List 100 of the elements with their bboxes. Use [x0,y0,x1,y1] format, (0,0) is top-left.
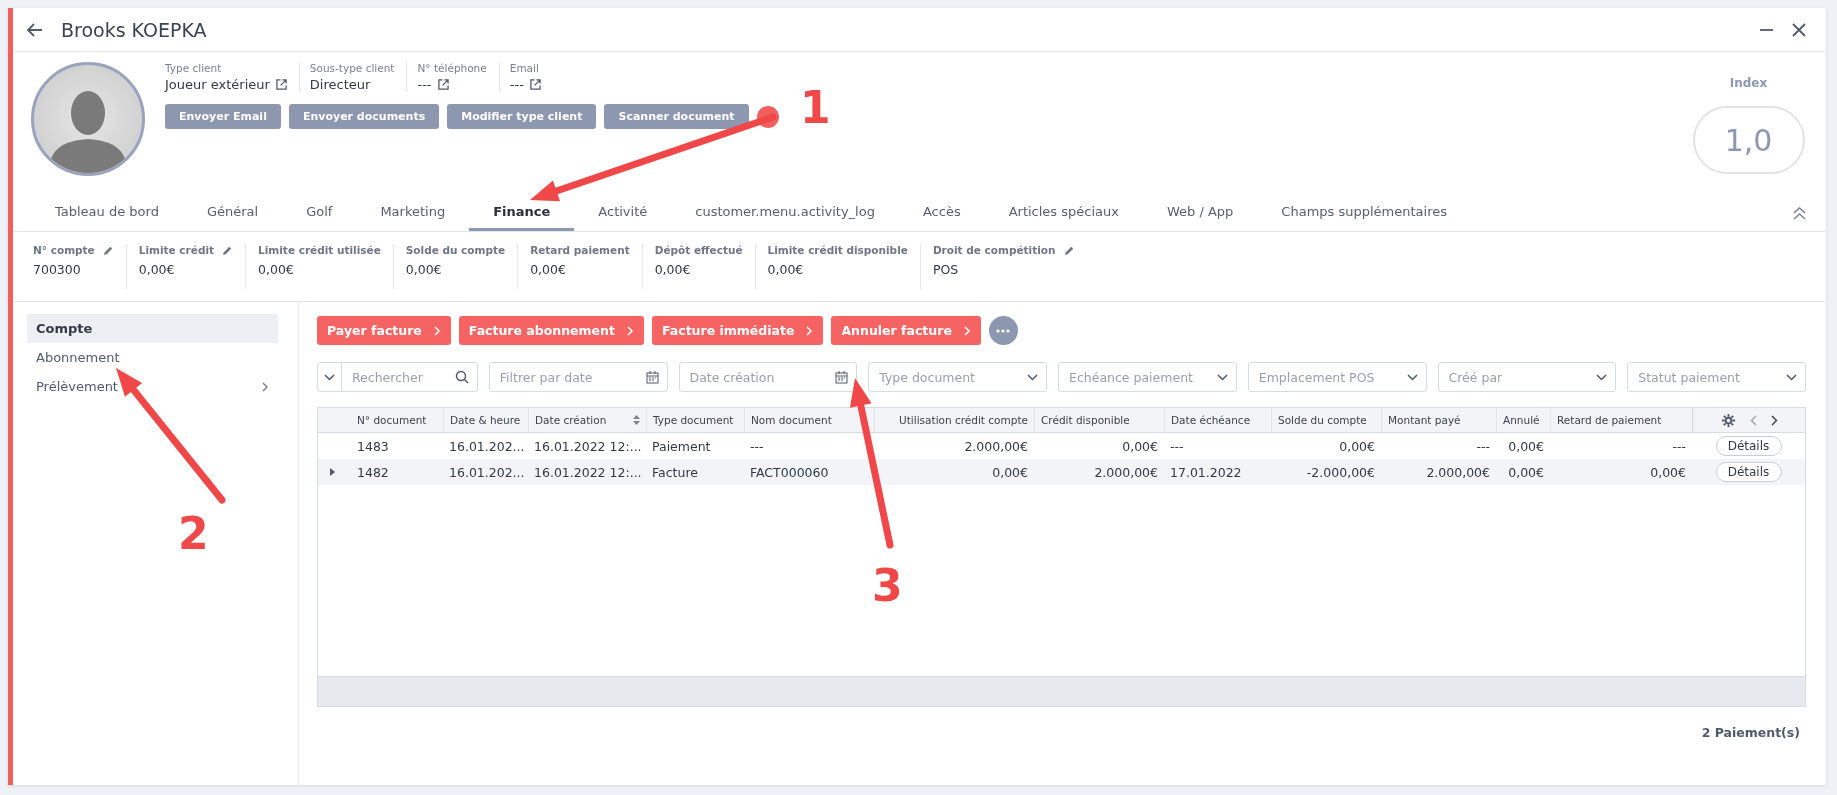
column-header[interactable]: Nom document [751,414,832,426]
field-value: Joueur extérieur [165,77,270,92]
table-cell: 17.01.2022 [1170,464,1242,480]
tab[interactable]: Accès [898,195,985,231]
more-dots-icon [996,328,1011,333]
tab[interactable]: Web / App [1142,195,1258,231]
chevron-down-icon [1216,373,1228,381]
window-title: Brooks KOEPKA [61,18,208,41]
chevron-right-icon [262,381,269,392]
table-cell: 2.000,00€ [964,438,1028,454]
sidebar-item[interactable]: Compte [27,314,278,343]
tab[interactable]: Marketing [356,195,470,231]
metric-label: Retard paiement [530,244,630,256]
close-icon[interactable] [1792,22,1806,37]
table-cell: Facture [652,464,698,480]
chevron-down-icon [1786,373,1797,381]
chevron-right-icon [806,325,814,336]
column-header[interactable]: Utilisation crédit compte [899,414,1028,426]
search-icon[interactable] [454,370,469,384]
chevron-down-icon [1027,373,1038,381]
metric-value: 0,00€ [405,262,443,277]
table-cell: 1483 [357,438,389,454]
tab[interactable]: Général [182,195,283,231]
annotation-number: 2 [178,508,209,559]
table-cell: Paiement [652,438,711,454]
table-cell: --- [1672,438,1686,454]
metric-value: 0,00€ [767,262,805,277]
external-link-icon[interactable] [437,79,449,90]
chevron-right-icon[interactable] [1770,414,1778,426]
metric-value: 0,00€ [258,262,295,277]
index-value: 1,0 [1692,106,1805,174]
column-header[interactable]: Crédit disponible [1041,414,1130,426]
calendar-icon[interactable] [645,370,659,384]
chevron-right-icon [433,325,441,336]
index-label: Index [1729,76,1768,90]
table-cell: --- [1170,438,1184,454]
table-cell: 1482 [357,464,389,480]
column-header[interactable]: Type document [653,414,734,426]
record-count: 2 Paiement(s) [1701,725,1800,740]
column-header[interactable]: Solde du compte [1278,414,1367,426]
details-button[interactable]: Détails [1715,462,1782,482]
sort-icon[interactable] [633,415,640,425]
pencil-icon[interactable] [1063,244,1075,256]
column-header[interactable]: Date & heure [450,414,521,426]
table-cell: 2.000,00€ [1426,464,1490,480]
table-cell: 16.01.202... [449,464,525,480]
table-cell: -2.000,00€ [1306,464,1375,480]
annotation-number: 3 [872,560,903,611]
field-value: Directeur [309,77,371,92]
metric-value: 0,00€ [138,262,176,277]
metric-value: POS [932,262,960,277]
metric-label: Limite crédit [138,244,215,256]
table-cell: 0,00€ [1508,438,1544,454]
metric-label: Solde du compte [405,244,506,256]
pencil-icon[interactable] [222,244,234,256]
sidebar-item[interactable]: Prélèvement [27,372,278,401]
more-button[interactable] [988,316,1018,345]
field-value: --- [417,77,432,92]
tab[interactable]: Golf [282,195,357,231]
field-label: Type client [165,62,223,74]
collapse-icon[interactable] [1793,206,1806,220]
table-cell: 0,00€ [1339,438,1375,454]
table-cell: 16.01.2022 12:... [534,464,642,480]
chevron-right-icon [963,325,971,336]
expand-triangle-icon[interactable] [330,468,335,476]
external-link-icon[interactable] [529,79,541,90]
tab[interactable]: Activité [574,195,672,231]
table-cell: 16.01.2022 12:... [534,438,642,454]
table-cell: 0,00€ [1650,464,1686,480]
column-header[interactable]: Retard de paiement [1557,414,1662,426]
calendar-icon[interactable] [835,370,849,384]
pencil-icon[interactable] [102,244,114,256]
chevron-down-icon [324,373,335,381]
metric-value: 0,00€ [530,262,567,277]
sidebar-item[interactable]: Abonnement [27,343,278,372]
field-value: --- [509,77,524,92]
table-cell: 2.000,00€ [1094,464,1158,480]
column-header[interactable]: Annulé [1503,414,1540,426]
table-cell: --- [1476,438,1490,454]
back-arrow-icon[interactable] [27,22,43,37]
table-cell: 0,00€ [1122,438,1158,454]
metric-label: Dépôt effectué [654,244,743,256]
tab[interactable]: customer.menu.activity_log [671,195,899,231]
field-label: Email [509,62,540,74]
chevron-down-icon [1406,373,1418,381]
metric-label: Droit de compétition [932,244,1056,256]
chevron-right-icon [627,325,634,336]
tab[interactable]: Articles spéciaux [984,195,1143,231]
column-header[interactable]: Date échéance [1171,414,1251,426]
column-header[interactable]: N° document [357,414,427,426]
table-cell: 16.01.202... [449,438,525,454]
external-link-icon[interactable] [275,79,287,90]
metric-label: Limite crédit disponible [767,244,908,256]
column-header[interactable]: Montant payé [1388,414,1461,426]
tab[interactable]: Tableau de bord [31,195,183,231]
tab[interactable]: Champs supplémentaires [1257,195,1471,231]
chevron-down-icon [1596,373,1608,381]
column-header[interactable]: Date création [535,414,607,426]
settings-icon[interactable] [1720,412,1736,428]
details-button[interactable]: Détails [1715,436,1782,456]
